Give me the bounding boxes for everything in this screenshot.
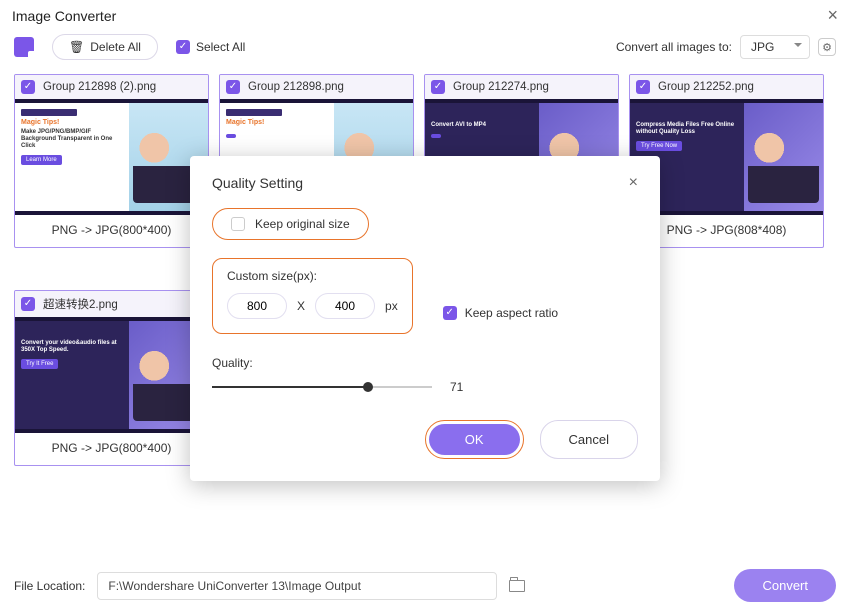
checkbox-icon[interactable] xyxy=(431,80,445,94)
close-icon[interactable]: × xyxy=(827,5,838,26)
checkbox-icon[interactable] xyxy=(226,80,240,94)
checkbox-icon[interactable] xyxy=(636,80,650,94)
image-card[interactable]: 超速转换2.png Convert your video&audio files … xyxy=(14,290,209,466)
custom-size-group: Custom size(px): X px xyxy=(212,258,413,334)
checkbox-icon xyxy=(231,217,245,231)
custom-size-label: Custom size(px): xyxy=(227,269,398,283)
card-filename: 超速转换2.png xyxy=(43,296,118,312)
app-logo-icon xyxy=(14,37,34,57)
file-location-label: File Location: xyxy=(14,579,85,593)
quality-slider[interactable] xyxy=(212,386,432,388)
px-unit-label: px xyxy=(385,299,398,313)
image-card[interactable]: Group 212898 (2).png Magic Tips!Make JPG/… xyxy=(14,74,209,248)
card-thumbnail: Magic Tips!Make JPG/PNG/BMP/GIF Backgrou… xyxy=(15,99,208,215)
cancel-button[interactable]: Cancel xyxy=(540,420,638,459)
card-thumbnail: Convert your video&audio files at 350X T… xyxy=(15,317,208,433)
keep-original-label: Keep original size xyxy=(255,217,350,231)
card-header: Group 212252.png xyxy=(630,75,823,99)
select-all-label: Select All xyxy=(196,40,245,54)
keep-aspect-ratio-checkbox[interactable]: Keep aspect ratio xyxy=(443,306,558,320)
quality-value: 71 xyxy=(450,380,463,394)
checkbox-icon[interactable] xyxy=(21,297,35,311)
dialog-title: Quality Setting xyxy=(212,175,303,191)
keep-original-size-option[interactable]: Keep original size xyxy=(212,208,369,240)
convert-button[interactable]: Convert xyxy=(734,569,836,602)
card-header: Group 212898.png xyxy=(220,75,413,99)
format-value: JPG xyxy=(751,40,774,54)
format-dropdown[interactable]: JPG xyxy=(740,35,810,59)
select-all-checkbox[interactable]: Select All xyxy=(176,40,245,54)
checkbox-icon[interactable] xyxy=(21,80,35,94)
card-conversion-label: PNG -> JPG(800*400) xyxy=(15,215,208,247)
card-filename: Group 212898 (2).png xyxy=(43,81,156,93)
card-filename: Group 212274.png xyxy=(453,81,549,93)
card-conversion-label: PNG -> JPG(800*400) xyxy=(15,433,208,465)
trash-icon: 🗑 xyxy=(69,40,84,54)
slider-thumb-icon[interactable] xyxy=(363,382,373,392)
card-header: 超速转换2.png xyxy=(15,291,208,317)
aspect-label: Keep aspect ratio xyxy=(465,306,558,320)
delete-all-label: Delete All xyxy=(90,40,141,54)
card-header: Group 212898 (2).png xyxy=(15,75,208,99)
convert-to-label: Convert all images to: xyxy=(616,40,732,54)
height-input[interactable] xyxy=(315,293,375,319)
gear-icon[interactable]: ⚙ xyxy=(818,38,836,56)
window-title: Image Converter xyxy=(12,8,116,24)
checkbox-icon xyxy=(176,40,190,54)
quality-setting-dialog: Quality Setting × Keep original size Cus… xyxy=(190,156,660,481)
ok-button[interactable]: OK xyxy=(429,424,520,455)
file-location-input[interactable] xyxy=(97,572,497,600)
dialog-close-icon[interactable]: × xyxy=(629,174,638,192)
card-filename: Group 212898.png xyxy=(248,81,344,93)
width-input[interactable] xyxy=(227,293,287,319)
checkbox-icon xyxy=(443,306,457,320)
card-filename: Group 212252.png xyxy=(658,81,754,93)
card-header: Group 212274.png xyxy=(425,75,618,99)
size-separator: X xyxy=(297,299,305,313)
folder-icon[interactable] xyxy=(509,580,525,592)
quality-label: Quality: xyxy=(212,356,638,370)
delete-all-button[interactable]: 🗑 Delete All xyxy=(52,34,158,60)
